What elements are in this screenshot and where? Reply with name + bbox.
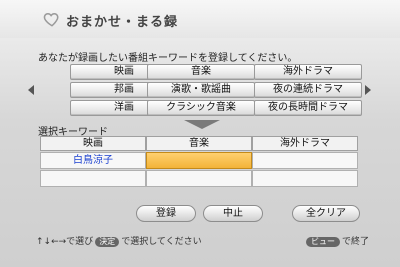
footer-exit-text: で終了 — [342, 237, 370, 247]
keyword-button[interactable]: 演歌・歌謡曲 — [147, 82, 255, 98]
clear-all-button[interactable]: 全クリア — [292, 205, 360, 222]
app-title: おまかせ・まる録 — [66, 15, 179, 30]
selected-column-header: 海外ドラマ — [252, 136, 358, 151]
selected-column-header: 映画 — [40, 136, 146, 151]
selected-keyword-slot[interactable] — [146, 152, 252, 169]
selected-keyword-slot[interactable] — [40, 170, 146, 187]
arrow-keys-icon: ↑↓←→ — [36, 237, 67, 247]
scroll-left-arrow-icon[interactable] — [28, 85, 34, 95]
footer-exit-help: ビュー で終了 — [306, 234, 369, 247]
down-arrow-icon — [184, 120, 220, 129]
selected-keyword-slot[interactable] — [252, 152, 358, 169]
heart-icon — [43, 12, 59, 27]
enter-key-icon: 決定 — [95, 237, 120, 247]
selected-keyword-slot[interactable]: 白鳥涼子 — [40, 152, 146, 169]
keyword-button[interactable]: 音楽 — [147, 64, 255, 80]
keyword-button[interactable]: クラシック音楽 — [147, 100, 255, 116]
instruction-text: あなたが録画したい番組キーワードを登録してください。 — [38, 53, 298, 64]
keyword-button[interactable]: 夜の長時間ドラマ — [254, 100, 362, 116]
keyword-button[interactable]: 海外ドラマ — [254, 64, 362, 80]
selected-column-header: 音楽 — [146, 136, 252, 151]
selected-keyword-slot[interactable] — [146, 170, 252, 187]
footer-confirm-text: で選択してください — [121, 237, 202, 247]
footer-help: ↑↓←→で選び 決定 で選択してください — [36, 234, 202, 247]
view-key-icon: ビュー — [306, 237, 340, 247]
scroll-right-arrow-icon[interactable] — [365, 85, 371, 95]
footer-select-text: で選び — [66, 237, 94, 247]
header-bar: おまかせ・まる録 — [0, 0, 400, 38]
cancel-button[interactable]: 中止 — [203, 205, 263, 222]
keyword-button[interactable]: 夜の連続ドラマ — [254, 82, 362, 98]
selected-keyword-slot[interactable] — [252, 170, 358, 187]
register-button[interactable]: 登録 — [136, 205, 196, 222]
